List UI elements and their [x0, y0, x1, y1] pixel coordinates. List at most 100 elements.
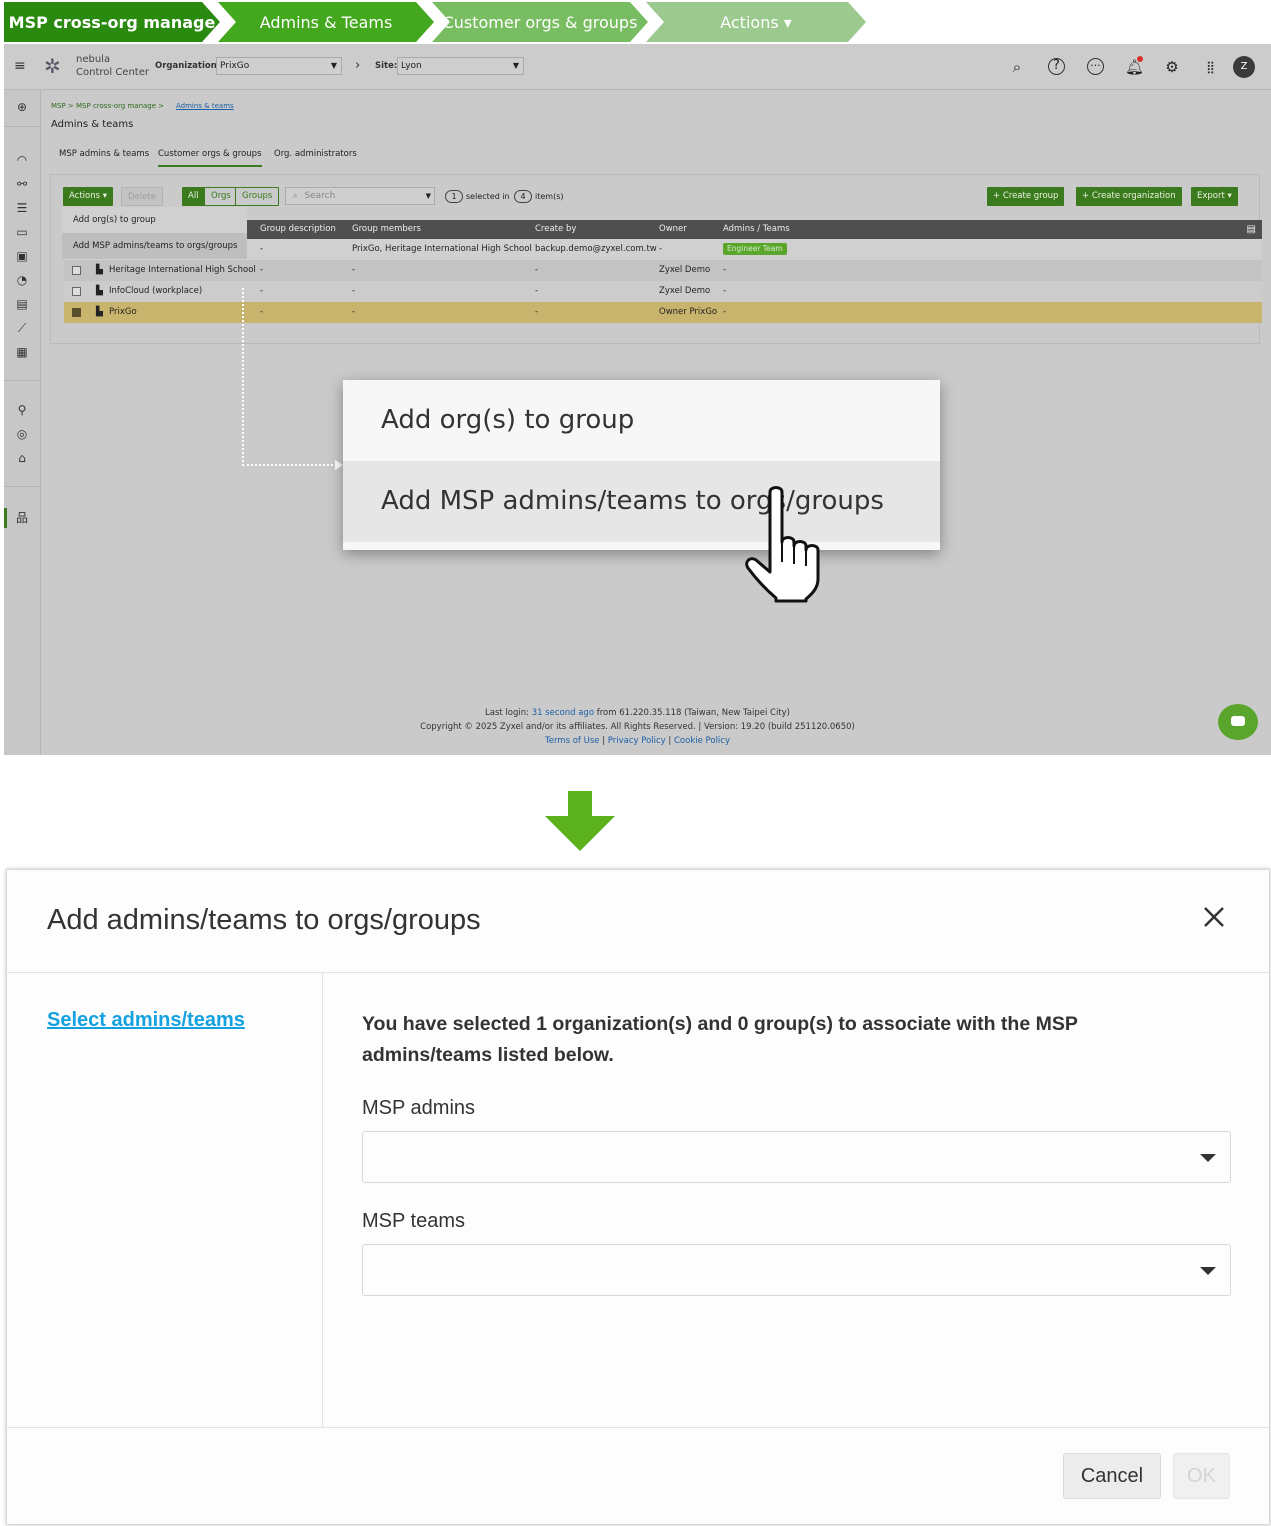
chevron-right-icon: ›: [355, 58, 361, 73]
selected-in-text: selected in: [466, 192, 510, 201]
cell-members: -: [352, 265, 356, 275]
copyright: Copyright © 2025 Zyxel and/or its affili…: [420, 722, 855, 732]
filter-all[interactable]: All: [182, 187, 205, 206]
cancel-button[interactable]: Cancel: [1063, 1453, 1161, 1499]
table-row[interactable]: ▙ Heritage International High School - -…: [64, 260, 1262, 281]
actions-menu: Add org(s) to group Add MSP admins/teams…: [62, 207, 247, 259]
row-checkbox[interactable]: [72, 287, 81, 296]
msp-teams-label: MSP teams: [362, 1210, 465, 1232]
app-sidebar: ⊕ ◠ ⚯ ☰ ▭ ▣ ◔ ▤ ⟋ ▦ ⚲ ◎ ⌂ 品: [4, 90, 41, 755]
topology-icon[interactable]: ⚯: [14, 177, 30, 191]
clients-icon[interactable]: ▭: [14, 225, 30, 239]
actions-menu-zoom: Add org(s) to group Add MSP admins/teams…: [343, 380, 940, 550]
tab-customer-orgs[interactable]: Customer orgs & groups: [158, 149, 262, 159]
menu-item-add-orgs[interactable]: Add org(s) to group: [343, 380, 940, 461]
privacy-link[interactable]: Privacy Policy: [608, 736, 666, 746]
apps-grid-icon[interactable]: ⣿: [1201, 58, 1219, 76]
tab-org-admins[interactable]: Org. administrators: [274, 149, 357, 159]
dashboard-icon[interactable]: ◠: [14, 153, 30, 167]
col-create-by[interactable]: Create by: [535, 220, 576, 239]
devices-icon[interactable]: ☰: [14, 201, 30, 215]
logo-line2: Control Center: [76, 67, 149, 78]
selected-count: 1: [445, 190, 463, 203]
cell-desc: -: [260, 244, 264, 254]
crumb-customer-orgs: Customer orgs & groups: [432, 2, 648, 42]
step-select-admins[interactable]: Select admins/teams: [47, 1009, 245, 1032]
trends-icon[interactable]: ⟋: [14, 321, 30, 335]
help-icon[interactable]: ?: [1048, 58, 1065, 75]
delete-button[interactable]: Delete: [121, 187, 163, 206]
msp-admins-select[interactable]: [362, 1131, 1231, 1183]
close-icon[interactable]: [1199, 902, 1229, 932]
hamburger-icon[interactable]: ≡: [14, 58, 26, 74]
msp-icon[interactable]: 品: [14, 511, 30, 525]
org-select[interactable]: PrixGo ▼: [216, 57, 342, 75]
add-admins-modal: Add admins/teams to orgs/groups Select a…: [6, 869, 1270, 1525]
menu-item-add-msp-admins[interactable]: Add MSP admins/teams to orgs/groups: [62, 233, 247, 259]
actions-button[interactable]: Actions ▾: [63, 187, 114, 206]
create-group-button[interactable]: + Create group: [987, 187, 1065, 206]
cell-owner: Zyxel Demo: [659, 286, 711, 296]
app-screenshot: ≡ ✲ nebula Control Center Organization: …: [4, 44, 1271, 755]
last-login-link[interactable]: 31 second ago: [532, 708, 594, 718]
cell-members: -: [352, 286, 356, 296]
support-icon[interactable]: ◎: [14, 427, 30, 441]
org-building-icon: ▙: [96, 307, 103, 317]
crumb-msp-cross-org: MSP cross-org manage: [4, 2, 220, 42]
sidebar-divider: [4, 380, 41, 381]
tab-msp-admins[interactable]: MSP admins & teams: [59, 149, 149, 159]
chat-icon[interactable]: [1218, 704, 1258, 740]
chevron-down-icon: ▼: [512, 61, 519, 70]
filter-orgs[interactable]: Orgs: [204, 187, 238, 206]
tutorial-breadcrumb: MSP cross-org manage Admins & Teams Cust…: [4, 2, 874, 42]
callout-line: [242, 288, 244, 466]
pointer-hand-icon: [745, 486, 820, 603]
notification-dot: [1137, 56, 1143, 62]
analytics-icon[interactable]: ◔: [14, 273, 30, 287]
more-icon[interactable]: ···: [1087, 58, 1104, 75]
search-box[interactable]: ⌕ Search ▼: [285, 187, 435, 205]
menu-item-add-orgs[interactable]: Add org(s) to group: [62, 207, 247, 233]
org-building-icon: ▙: [96, 286, 103, 296]
cell-name: Heritage International High School: [109, 265, 256, 275]
page-breadcrumb-link[interactable]: Admins & teams: [176, 102, 234, 110]
avatar[interactable]: Z: [1233, 56, 1255, 78]
col-group-members[interactable]: Group members: [352, 220, 421, 239]
ok-button[interactable]: OK: [1173, 1453, 1230, 1499]
col-group-description[interactable]: Group description: [260, 220, 336, 239]
org-icon[interactable]: ⌂: [14, 451, 30, 465]
monitor-icon[interactable]: ▣: [14, 249, 30, 263]
tools-icon[interactable]: ⚲: [14, 403, 30, 417]
row-checkbox-checked[interactable]: [72, 308, 81, 317]
page-title: Admins & teams: [51, 119, 134, 130]
terms-link[interactable]: Terms of Use: [545, 736, 600, 746]
cell-desc: -: [260, 286, 264, 296]
table-header: Group description Group members Create b…: [247, 220, 1262, 239]
cookie-link[interactable]: Cookie Policy: [674, 736, 730, 746]
gear-icon[interactable]: ⚙: [1163, 58, 1181, 76]
page-breadcrumb: MSP > MSP cross-org manage >: [51, 102, 165, 110]
create-org-button[interactable]: + Create organization: [1076, 187, 1182, 206]
logs-icon[interactable]: ▦: [14, 345, 30, 359]
msp-teams-select[interactable]: [362, 1244, 1231, 1296]
site-wide-icon[interactable]: ⊕: [14, 100, 30, 114]
search-icon: ⌕: [293, 191, 298, 200]
down-arrow-icon: [545, 791, 615, 851]
menu-item-add-msp-admins[interactable]: Add MSP admins/teams to orgs/groups: [343, 461, 940, 542]
filter-groups[interactable]: Groups: [235, 187, 280, 206]
col-admins-teams[interactable]: Admins / Teams: [723, 220, 790, 239]
col-owner[interactable]: Owner: [659, 220, 687, 239]
row-checkbox[interactable]: [72, 266, 81, 275]
chevron-down-icon: ▼: [330, 61, 337, 70]
org-building-icon: ▙: [96, 265, 103, 275]
reports-icon[interactable]: ▤: [14, 297, 30, 311]
cell-members: PrixGo, Heritage International High Scho…: [352, 244, 532, 254]
crumb-admins-teams: Admins & Teams: [218, 2, 434, 42]
search-icon[interactable]: ⌕: [1008, 58, 1026, 76]
cell-created-by: backup.demo@zyxel.com.tw: [535, 244, 657, 254]
column-settings-icon[interactable]: ▤: [1247, 220, 1256, 239]
site-select[interactable]: Lyon ▼: [397, 57, 524, 75]
intro-text: You have selected 1 organization(s) and …: [362, 1013, 1078, 1066]
export-button[interactable]: Export ▾: [1191, 187, 1238, 206]
logo-line1: nebula: [76, 54, 111, 65]
